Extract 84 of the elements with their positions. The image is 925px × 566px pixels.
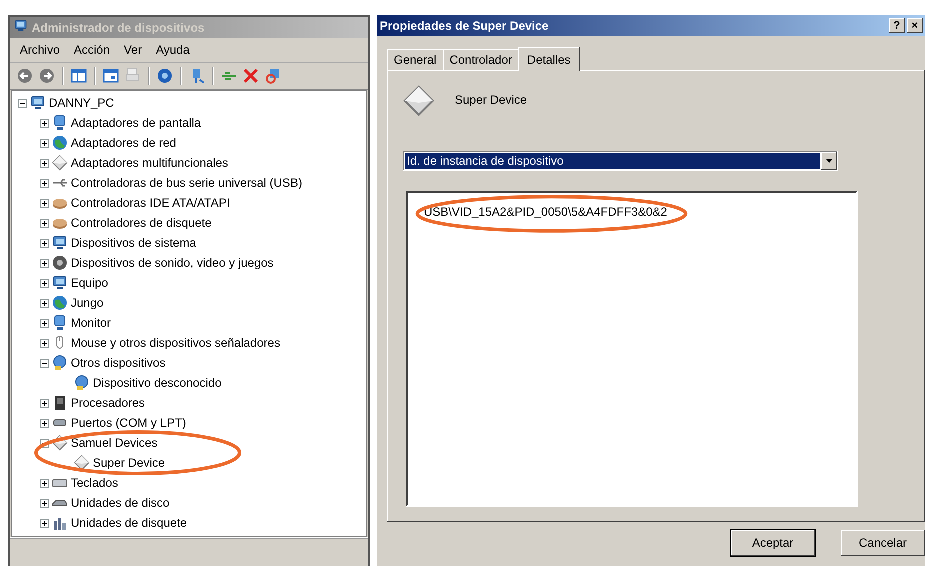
back-icon[interactable] [16,67,34,85]
computer-icon [52,235,68,251]
tree-item[interactable]: Controladoras de bus serie universal (USB) [71,176,302,190]
help-icon[interactable] [156,67,174,85]
tree-item[interactable]: Puertos (COM y LPT) [71,416,186,430]
monitor-icon [52,115,68,131]
expand-toggle[interactable] [40,318,49,328]
dropdown-button[interactable] [821,152,837,170]
expand-toggle[interactable] [40,338,49,348]
tree-item[interactable]: Unidades de disquete [71,516,188,530]
computer-icon [52,275,68,291]
tree-item[interactable]: Samuel Devices [71,436,158,450]
property-dropdown[interactable]: Id. de instancia de dispositivo [403,151,838,171]
tree-item[interactable]: Super Device [93,456,166,470]
tree-item[interactable]: Monitor [71,316,112,330]
expand-toggle[interactable] [40,118,49,128]
value-list[interactable]: USB\VID_15A2&PID_0050\5&A4FDFF3&0&2 [406,191,858,507]
diamond-icon [52,435,68,451]
uninstall-icon[interactable] [242,67,260,85]
tree-item[interactable]: Teclados [71,476,118,490]
diamond-icon [52,155,68,171]
tree-item[interactable]: Controladores de disquete [71,216,212,230]
tree-item[interactable]: Dispositivos de sonido, video y juegos [71,256,274,270]
globe-icon [52,135,68,151]
expand-toggle[interactable] [40,258,49,268]
tree-item[interactable]: DANNY_PC [49,96,114,110]
tree-item[interactable]: Procesadores [71,396,146,410]
tab[interactable]: Detalles [518,47,580,71]
expand-toggle[interactable] [40,198,49,208]
expand-toggle[interactable] [40,278,49,288]
tab[interactable]: General [387,49,444,70]
tree-item[interactable]: Adaptadores de red [71,136,176,150]
collapse-toggle[interactable] [18,98,27,108]
caret-icon [826,159,832,163]
window-icon[interactable] [102,67,120,85]
tree-item[interactable]: Mouse y otros dispositivos señaladores [71,336,280,350]
computer-icon [14,19,28,33]
panel-icon[interactable] [70,67,88,85]
expand-toggle[interactable] [40,478,49,488]
monitor-icon [52,315,68,331]
expand-toggle[interactable] [40,298,49,308]
window-title: Administrador de dispositivos [32,20,205,34]
speaker-icon [52,255,68,271]
tab[interactable]: Controlador [442,49,520,70]
tree-item[interactable]: Otros dispositivos [71,356,166,370]
cancel-button[interactable]: Cancelar [841,530,925,556]
device-name: Super Device [455,93,528,107]
tree-item[interactable]: Equipo [71,276,108,290]
menu-item[interactable]: Acción [68,41,116,59]
expand-toggle[interactable] [40,498,49,508]
menu-item[interactable]: Ayuda [150,41,196,59]
processor-icon [52,395,68,411]
tree-item[interactable]: Dispositivo desconocido [93,376,222,390]
tree-item[interactable]: Dispositivos de sistema [71,236,196,250]
expand-toggle[interactable] [40,218,49,228]
tree-item[interactable]: Jungo [71,296,104,310]
expand-toggle[interactable] [40,518,49,528]
ok-button[interactable]: Aceptar [731,530,815,556]
property-value: USB\VID_15A2&PID_0050\5&A4FDFF3&0&2 [424,205,668,219]
unknown-device-icon [52,355,68,371]
dialog-title: Propiedades de Super Device [380,18,549,32]
forward-icon[interactable] [38,67,56,85]
floppy-drive-icon [52,515,68,531]
globe-icon [52,295,68,311]
expand-toggle[interactable] [40,398,49,408]
menu-item[interactable]: Ver [118,41,148,59]
computer-icon [30,95,46,111]
expand-toggle[interactable] [40,138,49,148]
close-button[interactable]: × [907,18,923,33]
tree-item[interactable]: Adaptadores multifuncionales [71,156,228,170]
diamond-icon [403,85,435,117]
expand-toggle[interactable] [40,238,49,248]
tree-item[interactable]: Adaptadores de pantalla [71,116,202,130]
tree-item[interactable]: Unidades de disco [71,496,170,510]
diamond-icon [74,455,90,471]
expand-toggle[interactable] [40,178,49,188]
disable-device-icon[interactable] [264,67,282,85]
help-button[interactable]: ? [889,18,905,33]
collapse-toggle[interactable] [40,358,49,368]
unknown-device-icon [74,375,90,391]
tree-item[interactable]: Controladoras IDE ATA/ATAPI [71,196,230,210]
menu-item[interactable]: Archivo [14,41,66,59]
expand-toggle[interactable] [40,418,49,428]
expand-toggle[interactable] [40,158,49,168]
